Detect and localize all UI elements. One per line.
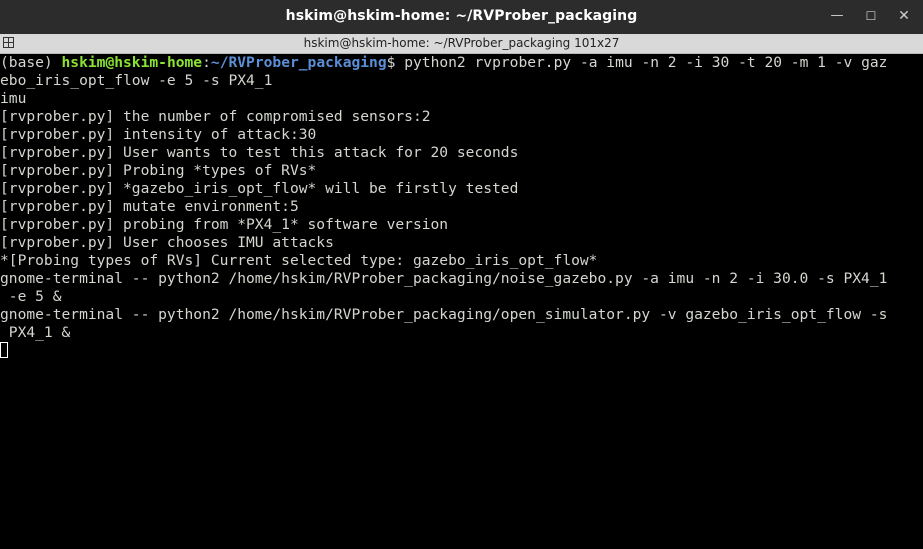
cursor-line (0, 342, 923, 360)
output-line: [rvprober.py] the number of compromised … (0, 108, 431, 125)
block-cursor (0, 342, 8, 358)
terminal-output[interactable]: (base) hskim@hskim-home:~/RVProber_packa… (0, 54, 923, 549)
output-line: gnome-terminal -- python2 /home/hskim/RV… (0, 306, 888, 323)
output-line: [rvprober.py] *gazebo_iris_opt_flow* wil… (0, 180, 519, 197)
window-title: hskim@hskim-home: ~/RVProber_packaging (285, 8, 638, 24)
title-bar[interactable]: hskim@hskim-home: ~/RVProber_packaging —… (0, 0, 923, 34)
prompt-separator: : (202, 54, 211, 71)
minimize-icon[interactable]: — (824, 4, 850, 28)
prompt-prefix: (base) (0, 54, 62, 71)
command-text: python2 rvprober.py -a imu -n 2 -i 30 -t… (404, 54, 888, 71)
tab-bar: hskim@hskim-home: ~/RVProber_packaging 1… (0, 34, 923, 54)
output-line: ebo_iris_opt_flow -e 5 -s PX4_1 (0, 72, 273, 89)
output-line: [rvprober.py] intensity of attack:30 (0, 126, 317, 143)
output-line: gnome-terminal -- python2 /home/hskim/RV… (0, 270, 888, 287)
maximize-icon[interactable]: ☐ (858, 4, 884, 28)
output-line: [rvprober.py] mutate environment:5 (0, 198, 299, 215)
output-line: [rvprober.py] User chooses IMU attacks (0, 234, 334, 251)
terminal-window: hskim@hskim-home: ~/RVProber_packaging —… (0, 0, 923, 549)
output-line: PX4_1 & (0, 324, 71, 341)
prompt-symbol: $ (386, 54, 405, 71)
output-line: [rvprober.py] User wants to test this at… (0, 144, 519, 161)
tab-title: hskim@hskim-home: ~/RVProber_packaging 1… (303, 36, 620, 50)
output-line: [rvprober.py] probing from *PX4_1* softw… (0, 216, 449, 233)
prompt-line: (base) hskim@hskim-home:~/RVProber_packa… (0, 54, 923, 72)
output-line: *[Probing types of RVs] Current selected… (0, 252, 598, 269)
prompt-path: ~/RVProber_packaging (210, 54, 387, 71)
output-line: [rvprober.py] Probing *types of RVs* (0, 162, 317, 179)
output-line: imu (0, 90, 27, 107)
output-line: -e 5 & (0, 288, 62, 305)
close-icon[interactable]: ✕ (891, 4, 917, 28)
prompt-user: hskim@hskim-home (61, 54, 203, 71)
